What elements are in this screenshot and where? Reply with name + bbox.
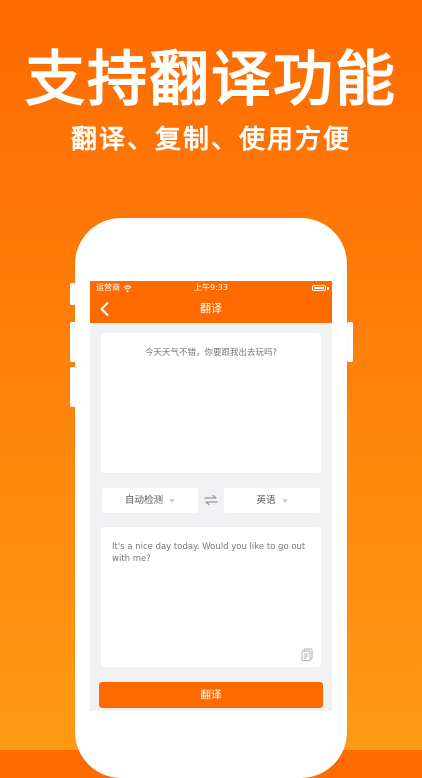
source-text-input[interactable]: 今天天气不错，你要跟我出去玩吗? <box>101 333 321 473</box>
promo-headline: 支持翻译功能 <box>25 45 397 115</box>
top-bar: 运营商 上午9:33 翻译 <box>90 281 332 323</box>
battery-icon <box>312 285 326 291</box>
phone-power-button <box>347 322 353 362</box>
promo-subline: 翻译、复制、使用方便 <box>70 125 351 155</box>
copy-icon[interactable] <box>301 648 313 661</box>
target-language-label: 英语 <box>256 495 276 506</box>
translation-result-text: It's a nice day today. Would you like to… <box>112 542 306 564</box>
source-language-select[interactable]: 自动检测 <box>102 488 198 513</box>
chevron-down-icon <box>169 498 175 503</box>
status-time: 上午9:33 <box>194 283 228 292</box>
chevron-down-icon <box>281 498 288 503</box>
source-text: 今天天气不错，你要跟我出去玩吗? <box>144 348 277 358</box>
page-title: 翻译 <box>200 302 222 315</box>
translate-button[interactable]: 翻译 <box>99 682 323 708</box>
translation-result: It's a nice day today. Would you like to… <box>101 527 321 667</box>
status-bar: 运营商 上午9:33 <box>90 281 332 295</box>
battery-tip <box>327 287 329 290</box>
swap-arrows-icon[interactable] <box>204 494 218 506</box>
navigation-bar: 翻译 <box>90 295 332 323</box>
target-language-select[interactable]: 英语 <box>224 488 320 513</box>
source-language-label: 自动检测 <box>124 495 163 506</box>
app-screen: 运营商 上午9:33 翻译 今天天气不错，你要跟我出去玩吗? 自动检测 英语 I… <box>90 281 332 711</box>
